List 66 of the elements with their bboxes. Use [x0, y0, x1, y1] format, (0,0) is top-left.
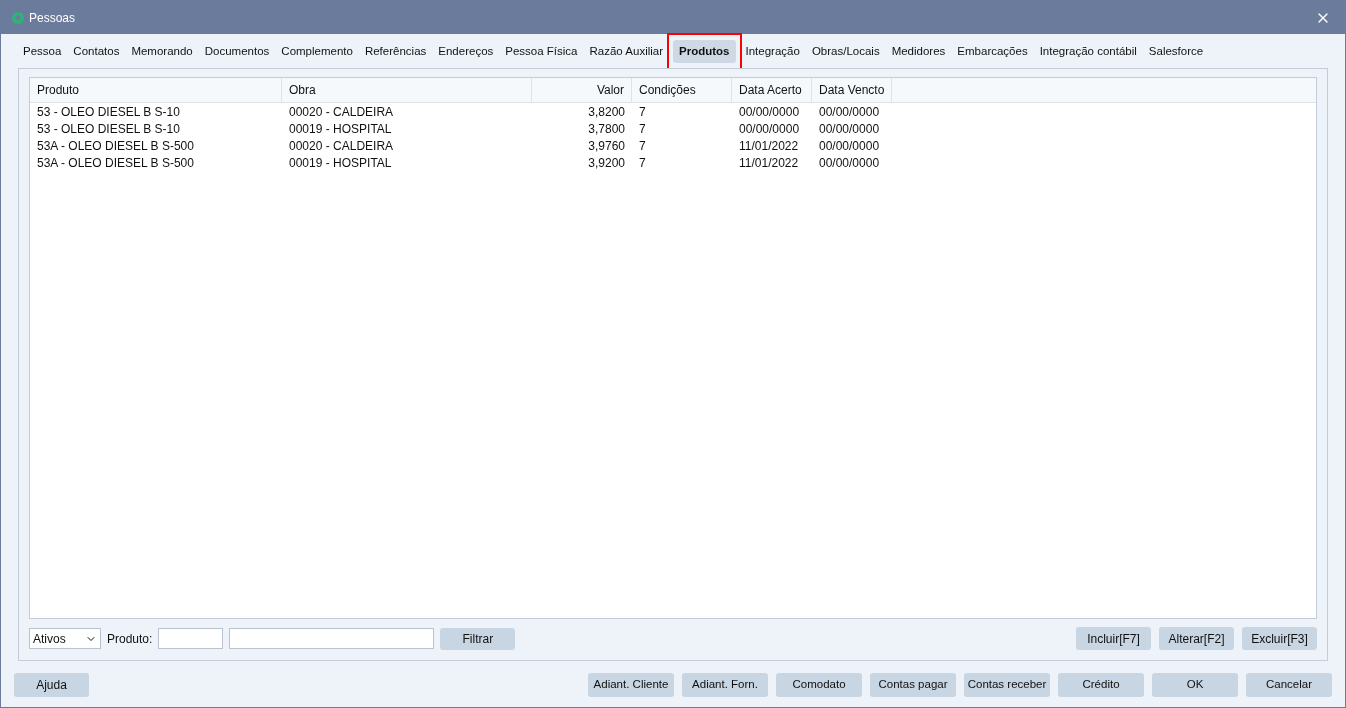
table-cell-text: 3,9760 [587, 137, 626, 155]
status-dropdown[interactable]: Ativos [29, 628, 101, 649]
footer-button[interactable]: Contas pagar [870, 673, 956, 697]
tab[interactable]: Memorando [125, 39, 199, 64]
table-cell-text: 00019 - HOSPITAL [288, 120, 393, 138]
table-cell-text: 00/00/0000 [738, 103, 801, 121]
column-header[interactable]: Data Acerto [732, 78, 812, 102]
tab[interactable]: Endereços [432, 39, 500, 64]
table-cell-text: 11/01/2022 [738, 137, 800, 155]
tab[interactable]: Embarcações [951, 39, 1034, 64]
table-cell-text: 00019 - HOSPITAL [288, 154, 393, 172]
column-header[interactable]: Valor [532, 78, 632, 102]
table-cell-text: 00020 - CALDEIRA [288, 103, 395, 121]
table-cell-text: 00020 - CALDEIRA [288, 137, 395, 155]
tab[interactable]: Produtos [673, 39, 736, 64]
tab[interactable]: Obras/Locais [805, 39, 886, 64]
table-cell-text: 7 [638, 120, 647, 138]
window-title: Pessoas [29, 9, 76, 27]
table-cell-text: 00/00/0000 [818, 120, 881, 138]
footer-button[interactable]: Crédito [1058, 673, 1144, 697]
product-name-field[interactable] [229, 628, 435, 649]
footer-button[interactable]: Comodato [776, 673, 862, 697]
column-header[interactable]: Condições [632, 78, 732, 102]
table-cell-text: 3,9200 [587, 154, 626, 172]
footer-button[interactable]: Adiant. Forn. [682, 673, 768, 697]
tab[interactable]: Referências [358, 39, 433, 64]
footer-button[interactable]: Contas receber [964, 673, 1050, 697]
table-cell-text: 00/00/0000 [818, 137, 881, 155]
footer-button[interactable]: OK [1152, 673, 1238, 697]
tab[interactable]: Integração [739, 39, 806, 64]
help-button[interactable]: Ajuda [14, 673, 89, 697]
tab[interactable]: Medidores [885, 39, 952, 64]
filter-button[interactable]: Filtrar [440, 627, 516, 650]
app-logo-icon [11, 10, 25, 25]
tab[interactable]: Pessoa Física [499, 39, 584, 64]
tab[interactable]: Complemento [275, 39, 359, 64]
table-cell-text: 53 - OLEO DIESEL B S-10 [36, 120, 181, 138]
table-cell-text: 53A - OLEO DIESEL B S-500 [36, 154, 195, 172]
table-cell-text: 00/00/0000 [818, 154, 881, 172]
tab[interactable]: Razão Auxiliar [583, 39, 670, 64]
table-cell-text: 7 [638, 154, 647, 172]
table-cell-text: 53A - OLEO DIESEL B S-500 [36, 137, 195, 155]
table-cell-text: 3,7800 [587, 120, 626, 138]
dropdown-value: Ativos [33, 630, 66, 648]
table-cell-text: 7 [638, 137, 647, 155]
table-cell-text: 7 [638, 103, 647, 121]
action-button[interactable]: Incluir[F7] [1076, 627, 1151, 650]
tab[interactable]: Pessoa [17, 39, 68, 64]
action-button[interactable]: Excluir[F3] [1242, 627, 1317, 650]
product-label: Produto: [107, 630, 153, 648]
tab[interactable]: Documentos [198, 39, 276, 64]
table-cell-text: 3,8200 [587, 103, 626, 121]
tab[interactable]: Salesforce [1142, 39, 1210, 64]
column-header[interactable]: Produto [30, 78, 282, 102]
column-header[interactable]: Obra [282, 78, 532, 102]
table-cell-text: 00/00/0000 [818, 103, 881, 121]
product-code-field[interactable] [158, 628, 224, 649]
table-cell-text: 11/01/2022 [738, 154, 800, 172]
action-button[interactable]: Alterar[F2] [1159, 627, 1234, 650]
column-header[interactable]: Data Vencto [812, 78, 892, 102]
table-cell-text: 53 - OLEO DIESEL B S-10 [36, 103, 181, 121]
tab[interactable]: Contatos [67, 39, 126, 64]
tab[interactable]: Integração contábil [1033, 39, 1143, 64]
footer-button[interactable]: Cancelar [1246, 673, 1332, 697]
table-cell-text: 00/00/0000 [738, 120, 801, 138]
footer-button[interactable]: Adiant. Cliente [588, 673, 674, 697]
